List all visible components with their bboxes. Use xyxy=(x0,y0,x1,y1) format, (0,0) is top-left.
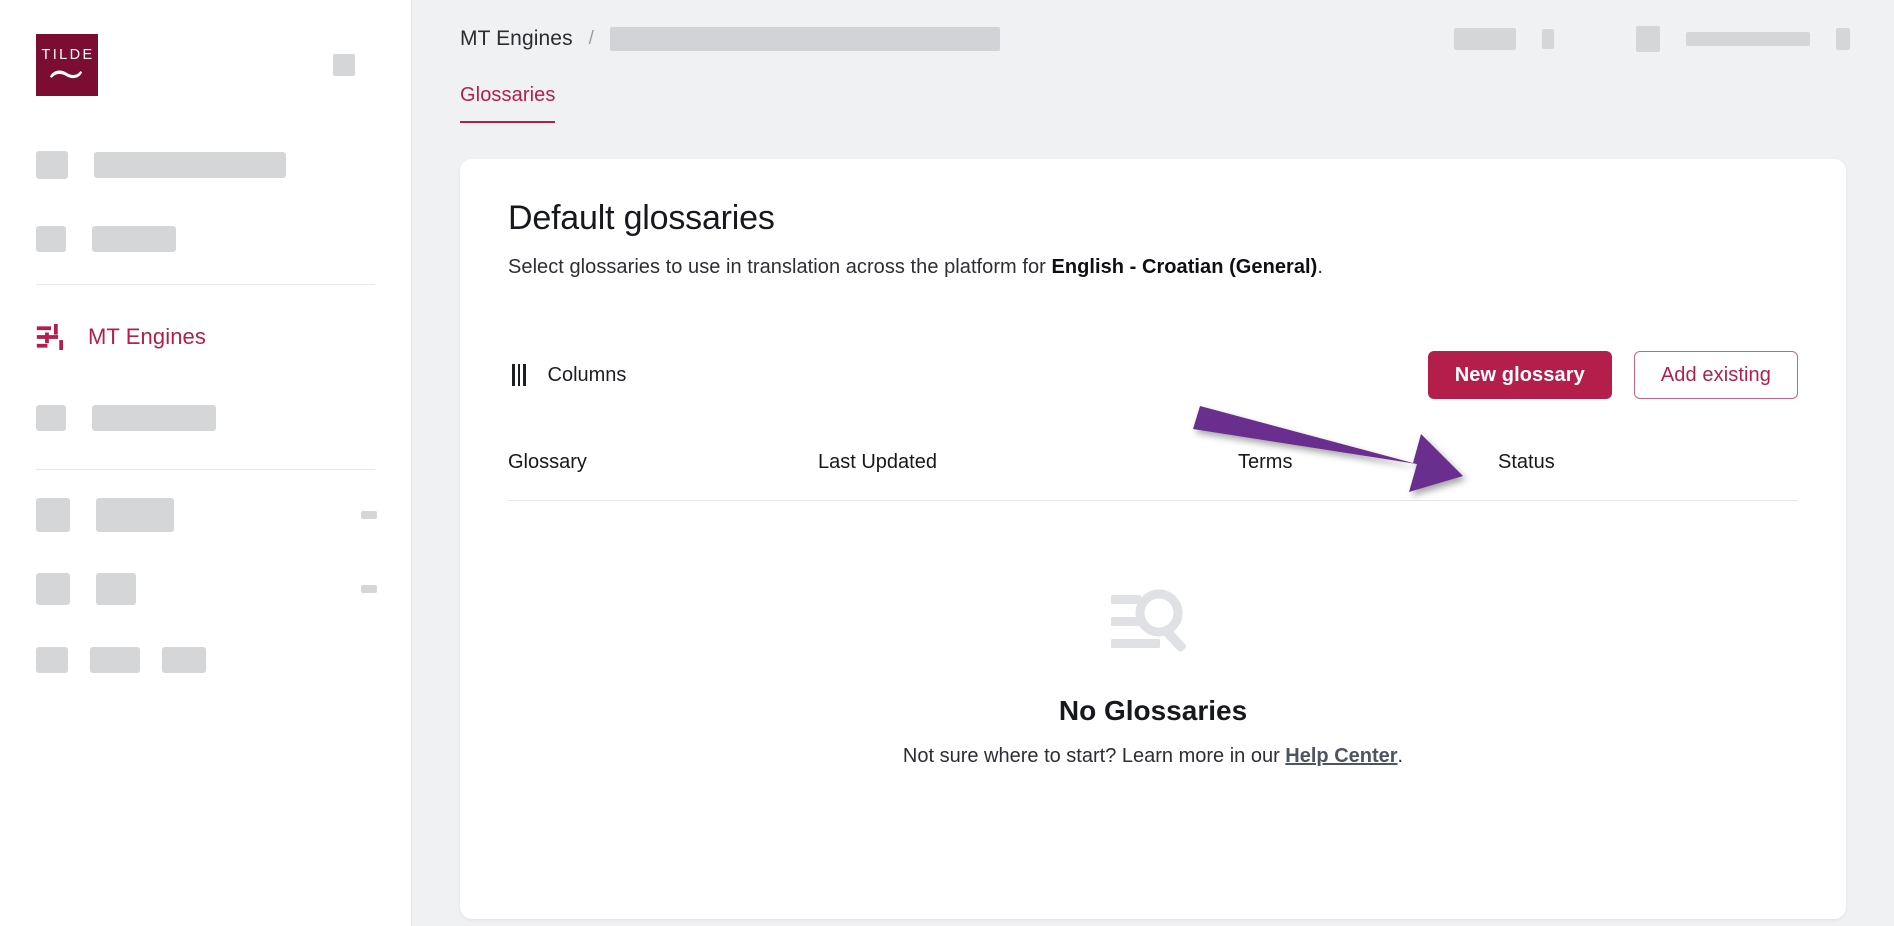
new-glossary-button[interactable]: New glossary xyxy=(1427,351,1612,399)
placeholder-icon xyxy=(36,226,66,252)
column-header-terms[interactable]: Terms xyxy=(1238,451,1498,474)
sidebar-divider-1 xyxy=(36,284,375,285)
placeholder-label xyxy=(92,405,216,431)
page-title: Default glossaries xyxy=(508,199,775,237)
empty-state: No Glossaries Not sure where to start? L… xyxy=(460,587,1846,768)
placeholder-icon xyxy=(36,405,66,431)
breadcrumb-root[interactable]: MT Engines xyxy=(460,27,573,51)
sidebar-item-redacted-2[interactable] xyxy=(0,216,411,262)
help-center-link[interactable]: Help Center xyxy=(1285,745,1397,767)
topbar: MT Engines / xyxy=(412,0,1894,78)
breadcrumb: MT Engines / xyxy=(460,27,1000,51)
empty-text-prefix: Not sure where to start? Learn more in o… xyxy=(902,745,1286,767)
tab-glossaries[interactable]: Glossaries xyxy=(460,84,556,123)
columns-button[interactable]: Columns xyxy=(508,358,630,393)
redacted-control-2[interactable] xyxy=(1686,32,1810,46)
collapse-sidebar-icon[interactable] xyxy=(333,54,355,76)
sidebar: TILDE MT Engines xyxy=(0,0,412,926)
toolbar-actions: New glossary Add existing xyxy=(1427,351,1798,399)
redacted-control-1[interactable] xyxy=(1454,28,1516,50)
redacted-icon-3[interactable] xyxy=(1836,28,1850,50)
sidebar-header: TILDE xyxy=(0,0,411,96)
sidebar-nav-mid xyxy=(0,389,411,441)
placeholder-pill xyxy=(162,647,206,673)
placeholder-pill xyxy=(36,647,68,673)
subtitle-prefix: Select glossaries to use in translation … xyxy=(508,256,1052,278)
column-header-last-updated[interactable]: Last Updated xyxy=(818,451,1238,474)
chevron-down-icon[interactable] xyxy=(361,511,377,519)
placeholder-label xyxy=(96,498,174,532)
empty-state-title: No Glossaries xyxy=(1058,695,1248,726)
sidebar-footer-pills[interactable] xyxy=(0,640,411,680)
placeholder-label xyxy=(96,573,136,605)
topbar-actions xyxy=(1454,26,1850,52)
sidebar-item-redacted-5[interactable] xyxy=(0,566,411,612)
logo-wordmark: TILDE xyxy=(41,47,95,64)
app-root: TILDE MT Engines MT Engines / Glossaries… xyxy=(0,0,1894,926)
table-toolbar: Columns New glossary Add existing xyxy=(460,351,1846,399)
sidebar-nav-bottom xyxy=(0,470,411,680)
page-subtitle: Select glossaries to use in translation … xyxy=(508,256,1798,279)
sidebar-item-redacted-3[interactable] xyxy=(0,395,411,441)
no-search-results-icon xyxy=(1111,589,1186,652)
breadcrumb-separator: / xyxy=(588,28,594,49)
breadcrumb-current-redacted xyxy=(609,27,1000,51)
sliders-icon xyxy=(36,324,64,350)
placeholder-label xyxy=(94,152,286,178)
redacted-icon-1[interactable] xyxy=(1542,29,1554,49)
columns-label: Columns xyxy=(547,363,627,386)
chevron-down-icon[interactable] xyxy=(361,585,377,593)
sidebar-item-mt-engines[interactable]: MT Engines xyxy=(0,311,411,363)
tilde-swash-icon xyxy=(49,70,83,78)
placeholder-icon xyxy=(36,573,70,605)
sidebar-item-label: MT Engines xyxy=(88,324,206,349)
glossary-table-header: Glossary Last Updated Terms Status xyxy=(508,451,1798,501)
add-existing-button[interactable]: Add existing xyxy=(1633,351,1798,399)
placeholder-icon xyxy=(36,498,70,532)
main-content: MT Engines / Glossaries Default glossari… xyxy=(412,0,1894,926)
tab-bar: Glossaries xyxy=(412,84,1894,123)
placeholder-pill xyxy=(90,647,140,673)
column-header-status[interactable]: Status xyxy=(1498,451,1798,474)
column-header-glossary[interactable]: Glossary xyxy=(508,451,818,474)
tilde-logo[interactable]: TILDE xyxy=(36,34,98,96)
empty-state-text: Not sure where to start? Learn more in o… xyxy=(903,745,1403,768)
sidebar-item-redacted-1[interactable] xyxy=(0,142,411,188)
columns-icon xyxy=(512,364,526,386)
default-glossaries-card: Default glossaries Select glossaries to … xyxy=(460,159,1846,919)
empty-text-suffix: . xyxy=(1397,745,1404,767)
subtitle-suffix: . xyxy=(1317,256,1323,278)
subtitle-language-pair: English - Croatian (General) xyxy=(1051,256,1318,278)
sidebar-item-redacted-4[interactable] xyxy=(0,492,411,538)
placeholder-icon xyxy=(36,151,68,179)
card-header: Default glossaries Select glossaries to … xyxy=(460,199,1846,279)
redacted-icon-2[interactable] xyxy=(1636,26,1660,52)
placeholder-label xyxy=(92,226,176,252)
sidebar-nav-top xyxy=(0,142,411,262)
